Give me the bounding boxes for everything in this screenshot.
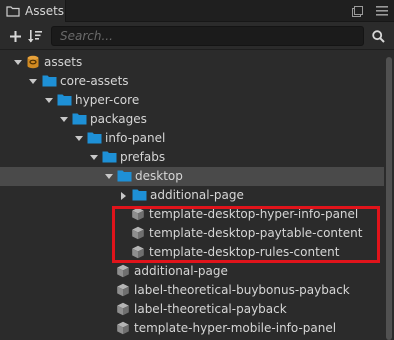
assets-toolbar (0, 22, 394, 50)
expand-arrow-icon[interactable] (105, 173, 113, 181)
expand-arrow-icon[interactable] (60, 116, 68, 124)
tree-item-label: additional-page (150, 188, 244, 202)
folder-icon (132, 188, 147, 202)
sort-button[interactable] (27, 28, 43, 44)
tree-item-desktop[interactable]: desktop (0, 167, 384, 186)
tree-item-label: hyper-core (75, 93, 140, 107)
prefab-icon (131, 245, 146, 259)
prefab-icon (116, 264, 131, 278)
folder-icon (117, 169, 132, 183)
prefab-icon (131, 207, 146, 221)
panel-title: Assets (25, 4, 65, 18)
search-icon (371, 29, 385, 43)
expand-arrow-icon[interactable] (90, 154, 98, 162)
sort-icon (28, 29, 42, 42)
prefab-icon (116, 283, 131, 297)
tree-item-label: additional-page (134, 264, 228, 278)
tree-item-label: template-hyper-mobile-info-panel (134, 321, 337, 335)
menu-icon[interactable] (374, 3, 390, 19)
folder-icon (87, 131, 102, 145)
folder-icon (6, 5, 20, 17)
scrollbar-thumb[interactable] (386, 57, 392, 340)
tree-item-label: label-theoretical-buybonus-payback (134, 283, 350, 297)
tree-item-prefab[interactable]: template-hyper-mobile-info-panel (0, 319, 384, 338)
tree-item-label: template-desktop-paytable-content (149, 226, 363, 240)
tree-item-prefab[interactable]: label-theoretical-buybonus-payback (0, 281, 384, 300)
collapse-arrow-icon[interactable] (120, 192, 128, 200)
search-box[interactable] (51, 26, 364, 46)
asset-tree: assets core-assets hyper-core packages i… (0, 53, 384, 340)
tree-item-core-assets[interactable]: core-assets (0, 72, 384, 91)
tree-item-label: packages (90, 112, 147, 126)
folder-icon (42, 74, 57, 88)
folder-icon (102, 150, 117, 164)
expand-arrow-icon[interactable] (14, 59, 22, 67)
tree-item-label: template-desktop-hyper-info-panel (149, 207, 359, 221)
tree-item-hyper-core[interactable]: hyper-core (0, 91, 384, 110)
search-input[interactable] (52, 27, 363, 45)
database-icon (26, 55, 41, 69)
prefab-icon (131, 226, 146, 240)
tree-item-label: label-theoretical-payback (134, 302, 287, 316)
tree-item-prefabs[interactable]: prefabs (0, 148, 384, 167)
tree-item-prefab[interactable]: template-desktop-hyper-info-panel (0, 205, 384, 224)
tree-item-label: core-assets (60, 74, 129, 88)
expand-arrow-icon[interactable] (75, 135, 83, 143)
plus-icon (9, 30, 21, 42)
search-button[interactable] (370, 28, 386, 44)
prefab-icon (116, 302, 131, 316)
expand-arrow-icon[interactable] (45, 97, 53, 105)
tree-item-prefab[interactable]: template-desktop-paytable-content (0, 224, 384, 243)
folder-icon (72, 112, 87, 126)
tree-item-additional-page-folder[interactable]: additional-page (0, 186, 384, 205)
add-button[interactable] (7, 28, 23, 44)
vertical-scrollbar[interactable] (384, 53, 394, 340)
tree-item-label: desktop (135, 169, 183, 183)
tree-item-prefab[interactable]: additional-page (0, 262, 384, 281)
expand-arrow-icon[interactable] (29, 78, 37, 86)
tree-item-prefab[interactable]: template-desktop-rules-content (0, 243, 384, 262)
tree-item-label: prefabs (120, 150, 166, 164)
popout-icon[interactable] (349, 3, 365, 19)
tree-item-label: template-desktop-rules-content (149, 245, 340, 259)
tree-item-label: info-panel (105, 131, 166, 145)
tree-item-prefab[interactable]: label-theoretical-payback (0, 300, 384, 319)
folder-icon (57, 93, 72, 107)
tab-assets[interactable]: Assets (0, 0, 66, 22)
tree-item-packages[interactable]: packages (0, 110, 384, 129)
panel-titlebar: Assets (0, 0, 394, 22)
tree-item-info-panel[interactable]: info-panel (0, 129, 384, 148)
tree-item-label: assets (44, 55, 83, 69)
prefab-icon (116, 321, 131, 335)
tree-item-assets[interactable]: assets (0, 53, 384, 72)
